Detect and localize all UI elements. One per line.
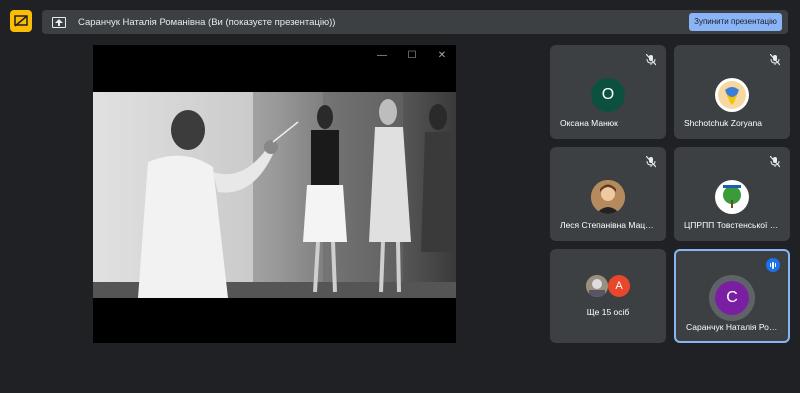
stop-presenting-button[interactable]: Зупинити презентацію	[689, 13, 782, 31]
participant-tile[interactable]: Shchotchuk Zoryana	[674, 45, 790, 139]
maximize-icon[interactable]: ☐	[404, 50, 420, 61]
avatar: С	[715, 281, 749, 315]
mic-off-icon	[768, 155, 782, 169]
more-participants-label: Ще 15 осіб	[586, 307, 630, 317]
avatar	[586, 275, 608, 297]
avatar: О	[591, 78, 625, 112]
presentation-toggle-icon[interactable]	[10, 10, 32, 32]
mic-off-icon	[768, 53, 782, 67]
participant-name: Оксана Манюк	[560, 118, 618, 128]
presentation-stage: — ☐ ✕	[93, 45, 456, 343]
participant-name: Саранчук Наталія Романівна	[686, 322, 780, 332]
banner-title: Саранчук Наталія Романівна (Ви (показуєт…	[78, 16, 336, 28]
participant-tile[interactable]: ЦПРПП Товстенської селищної ради	[674, 147, 790, 241]
presented-photo	[93, 92, 456, 298]
participant-name: Леся Степанівна Маценко	[560, 220, 658, 230]
participant-tile-self[interactable]: С Саранчук Наталія Романівна	[674, 249, 790, 343]
avatar-ring: С	[709, 275, 755, 321]
close-icon[interactable]: ✕	[434, 50, 450, 61]
avatar	[591, 180, 625, 214]
participant-name: Shchotchuk Zoryana	[684, 118, 762, 128]
mic-off-icon	[644, 155, 658, 169]
avatar	[715, 78, 749, 112]
presentation-banner: Саранчук Наталія Романівна (Ви (показуєт…	[42, 10, 788, 34]
minimize-icon[interactable]: —	[374, 50, 390, 61]
participant-tile[interactable]: Леся Степанівна Маценко	[550, 147, 666, 241]
window-controls: — ☐ ✕	[374, 50, 450, 61]
speaking-indicator-icon	[766, 258, 780, 272]
more-participants-tile[interactable]: А Ще 15 осіб	[550, 249, 666, 343]
mic-off-icon	[644, 53, 658, 67]
avatar: А	[608, 275, 630, 297]
avatar	[715, 180, 749, 214]
participant-tile[interactable]: О Оксана Манюк	[550, 45, 666, 139]
present-screen-icon	[52, 16, 66, 28]
participant-name: ЦПРПП Товстенської селищної ради	[684, 220, 782, 230]
